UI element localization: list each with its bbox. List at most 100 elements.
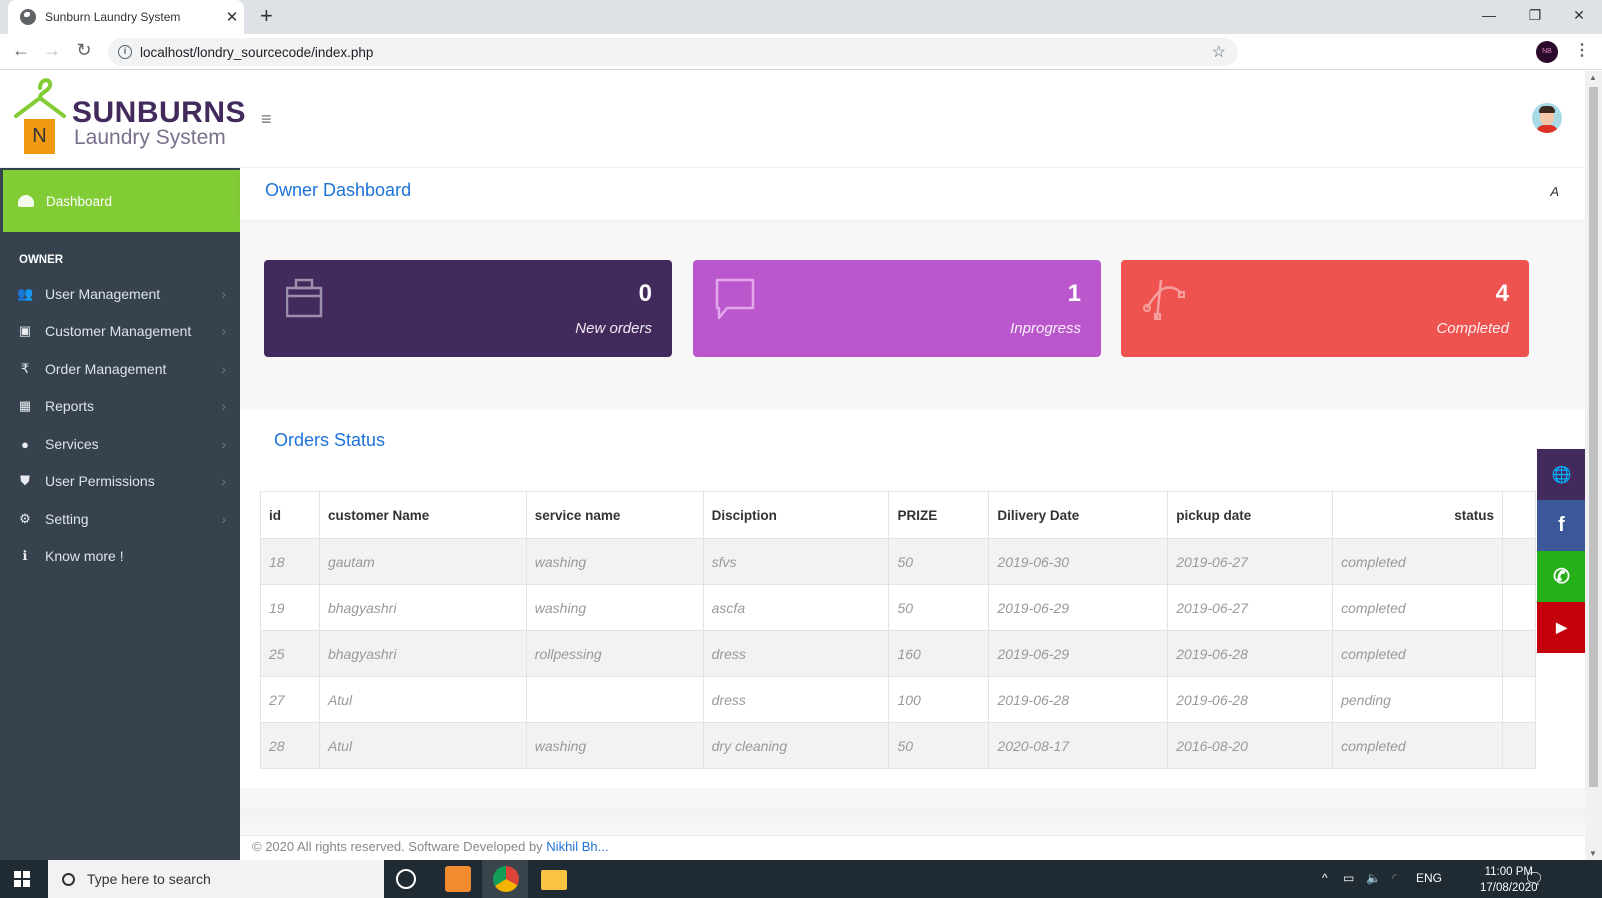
maximize-button[interactable]: ❐	[1512, 0, 1558, 30]
card-value: 4	[1495, 280, 1509, 307]
table-header-row: id customer Name service name Disciption…	[260, 491, 1537, 539]
new-tab-button[interactable]: +	[260, 3, 273, 29]
tray-chevron-icon[interactable]: ^	[1322, 871, 1328, 885]
card-value: 1	[1067, 280, 1081, 307]
table-cell: washing	[525, 722, 704, 769]
battery-icon[interactable]: ▭	[1343, 871, 1354, 885]
wifi-icon[interactable]: ◜	[1392, 871, 1397, 885]
table-cell: bhagyashri	[318, 584, 527, 631]
chevron-right-icon: ›	[221, 511, 226, 527]
taskbar-search-input[interactable]: Type here to search	[48, 860, 384, 898]
table-cell: 18	[260, 538, 320, 585]
table-cell: 2019-06-30	[988, 538, 1169, 585]
scroll-up-icon[interactable]: ▲	[1589, 73, 1597, 82]
sidebar-item-user-management[interactable]: 👥 User Management ›	[0, 275, 240, 313]
social-bar: 🌐 f ✆ ▶	[1537, 449, 1585, 653]
logo[interactable]: N SUNBURNS Laundry System	[10, 74, 246, 164]
page-title-bar: Owner Dashboard A	[240, 168, 1585, 220]
briefcase-icon	[286, 278, 323, 318]
table-cell: bhagyashri	[318, 630, 527, 677]
dashboard-icon	[18, 195, 34, 207]
table-cell: washing	[525, 538, 704, 585]
sidebar-item-customer-management[interactable]: ▣ Customer Management ›	[0, 312, 240, 350]
column-header[interactable]: PRIZE	[888, 491, 990, 539]
footer-text: © 2020 All rights reserved. Software Dev…	[252, 839, 609, 854]
column-header[interactable]: Dilivery Date	[988, 491, 1169, 539]
reload-icon[interactable]: ↻	[72, 40, 96, 61]
table-cell: 50	[888, 584, 990, 631]
chrome-icon[interactable]	[493, 866, 519, 892]
table-cell: 2019-06-29	[988, 630, 1169, 677]
column-header[interactable]: status	[1332, 491, 1503, 539]
sidebar-item-label: Order Management	[45, 361, 167, 377]
table-cell-extra	[1501, 538, 1537, 585]
info-icon[interactable]: i	[118, 45, 132, 59]
whatsapp-button[interactable]: ✆	[1537, 551, 1585, 602]
whatsapp-icon: ✆	[1553, 566, 1570, 588]
globe-icon	[20, 9, 36, 25]
column-header[interactable]: customer Name	[318, 491, 527, 539]
youtube-button[interactable]: ▶	[1537, 602, 1585, 653]
page-title: Owner Dashboard	[265, 180, 412, 200]
xampp-icon[interactable]	[445, 866, 471, 892]
bookmark-star-icon[interactable]: ☆	[1212, 42, 1226, 62]
sidebar-item-services[interactable]: ● Services ›	[0, 425, 240, 463]
notification-icon[interactable]: 🗨	[1524, 869, 1544, 889]
facebook-button[interactable]: f	[1537, 500, 1585, 551]
sidebar-item-order-management[interactable]: ₹ Order Management ›	[0, 350, 240, 388]
sidebar-item-know-more[interactable]: ℹ Know more !	[0, 537, 240, 575]
file-explorer-icon[interactable]	[541, 870, 567, 890]
close-window-button[interactable]: ✕	[1556, 0, 1602, 30]
sidebar-item-label: Customer Management	[45, 323, 192, 339]
sidebar-item-user-permissions[interactable]: ⛊ User Permissions ›	[0, 462, 240, 500]
tab-close-button[interactable]: ✕	[220, 8, 244, 26]
column-header[interactable]: Disciption	[702, 491, 890, 539]
website-button[interactable]: 🌐	[1537, 449, 1585, 500]
minimize-button[interactable]: —	[1466, 0, 1512, 30]
globe-icon: 🌐	[1551, 466, 1572, 484]
sidebar-item-reports[interactable]: ▦ Reports ›	[0, 387, 240, 425]
card-completed[interactable]: 4 Completed	[1121, 260, 1529, 357]
sidebar-item-setting[interactable]: ⚙ Setting ›	[0, 500, 240, 538]
column-header[interactable]: pickup date	[1167, 491, 1334, 539]
column-header[interactable]: service name	[525, 491, 704, 539]
address-bar: ← → ↻ i localhost/londry_sourcecode/inde…	[0, 34, 1602, 70]
table-cell-extra	[1501, 630, 1537, 677]
scrollbar-thumb[interactable]	[1589, 87, 1598, 787]
vertical-scrollbar[interactable]: ▲ ▼	[1585, 71, 1602, 860]
scroll-down-icon[interactable]: ▼	[1589, 849, 1597, 858]
table-cell: 27	[260, 676, 320, 723]
table-cell: 2019-06-29	[988, 584, 1169, 631]
info-icon: ℹ	[22, 548, 28, 563]
table-cell-extra	[1501, 722, 1537, 769]
back-icon[interactable]: ←	[9, 40, 33, 61]
table-row[interactable]: 18 gautam washing sfvs 50 2019-06-30 2019-06-2…	[260, 538, 1537, 585]
table-row[interactable]: 19 bhagyashri washing ascfa 50 2019-06-29 2019…	[260, 584, 1537, 631]
browser-menu-icon[interactable]: ⋮	[1574, 40, 1590, 60]
table-cell-extra	[1501, 584, 1537, 631]
table-row[interactable]: 28 Atul washing dry cleaning 50 2020-08-17 201…	[260, 722, 1537, 769]
table-row[interactable]: 25 bhagyashri rollpessing dress 160 2019-06-2…	[260, 630, 1537, 677]
table-cell: 2019-06-28	[1167, 676, 1334, 723]
developer-link[interactable]: Nikhil Bh...	[546, 839, 608, 854]
language-indicator[interactable]: ENG	[1416, 871, 1442, 885]
sidebar-section-header: OWNER	[19, 254, 64, 266]
table-row[interactable]: 27 Atul dress 100 2019-06-28 2019-06-28 pendin…	[260, 676, 1537, 723]
card-new-orders[interactable]: 0 New orders	[264, 260, 672, 357]
column-header[interactable]: id	[260, 491, 320, 539]
volume-icon[interactable]: 🔈	[1366, 871, 1381, 885]
forward-icon[interactable]: →	[40, 40, 64, 61]
user-avatar[interactable]	[1532, 103, 1562, 133]
cortana-icon[interactable]	[396, 869, 416, 889]
card-inprogress[interactable]: 1 Inprogress	[693, 260, 1101, 357]
table-cell: completed	[1332, 538, 1503, 585]
sidebar-item-label: User Management	[45, 286, 161, 302]
browser-tab[interactable]: Sunburn Laundry System ✕	[8, 0, 244, 34]
url-input[interactable]: i localhost/londry_sourcecode/index.php …	[108, 38, 1238, 66]
sidebar-item-dashboard[interactable]: Dashboard	[3, 170, 240, 232]
rupee-icon: ₹	[20, 361, 30, 376]
youtube-icon: ▶	[1556, 619, 1567, 635]
windows-start-icon[interactable]	[14, 871, 30, 887]
menu-toggle-icon[interactable]: ≡	[261, 109, 272, 130]
profile-avatar[interactable]: NB	[1536, 41, 1558, 63]
